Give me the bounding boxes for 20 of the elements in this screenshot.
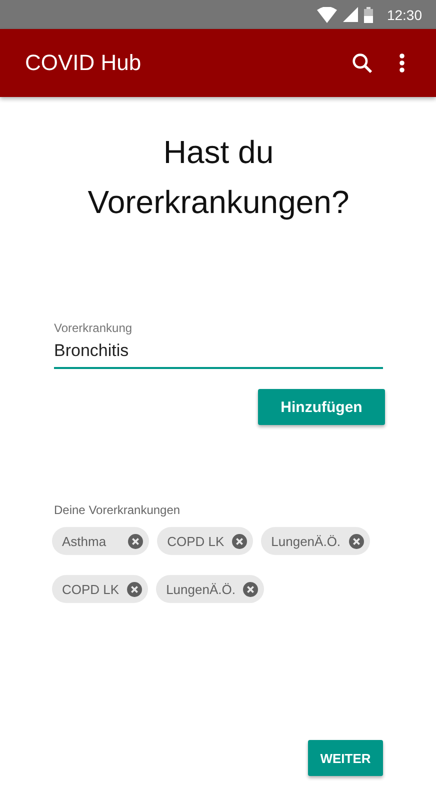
- next-button[interactable]: WEITER: [308, 740, 383, 776]
- add-button[interactable]: Hinzufügen: [258, 389, 385, 425]
- remove-icon[interactable]: [348, 534, 364, 548]
- wifi-icon: [316, 6, 337, 22]
- chip[interactable]: COPD LK: [157, 527, 254, 555]
- question-heading: Hast du Vorerkrankungen?: [86, 133, 350, 222]
- remove-icon[interactable]: [232, 534, 248, 548]
- section-label: Deine Vorerkrankungen: [54, 503, 182, 517]
- remove-icon[interactable]: [127, 582, 142, 596]
- battery-icon: [364, 6, 373, 22]
- chip[interactable]: COPD LK: [52, 575, 148, 603]
- signal-icon: [342, 7, 358, 22]
- chip[interactable]: LungenÄ.Ö.: [156, 575, 264, 603]
- chip[interactable]: Asthma: [52, 527, 150, 555]
- remove-icon[interactable]: [243, 582, 258, 596]
- app-title: COVID Hub: [25, 50, 142, 76]
- remove-icon[interactable]: [128, 534, 144, 548]
- clock: 12:30: [386, 6, 422, 22]
- input-field[interactable]: Vorerkrankung Bronchitis: [54, 321, 383, 369]
- chip[interactable]: LungenÄ.Ö.: [261, 527, 370, 555]
